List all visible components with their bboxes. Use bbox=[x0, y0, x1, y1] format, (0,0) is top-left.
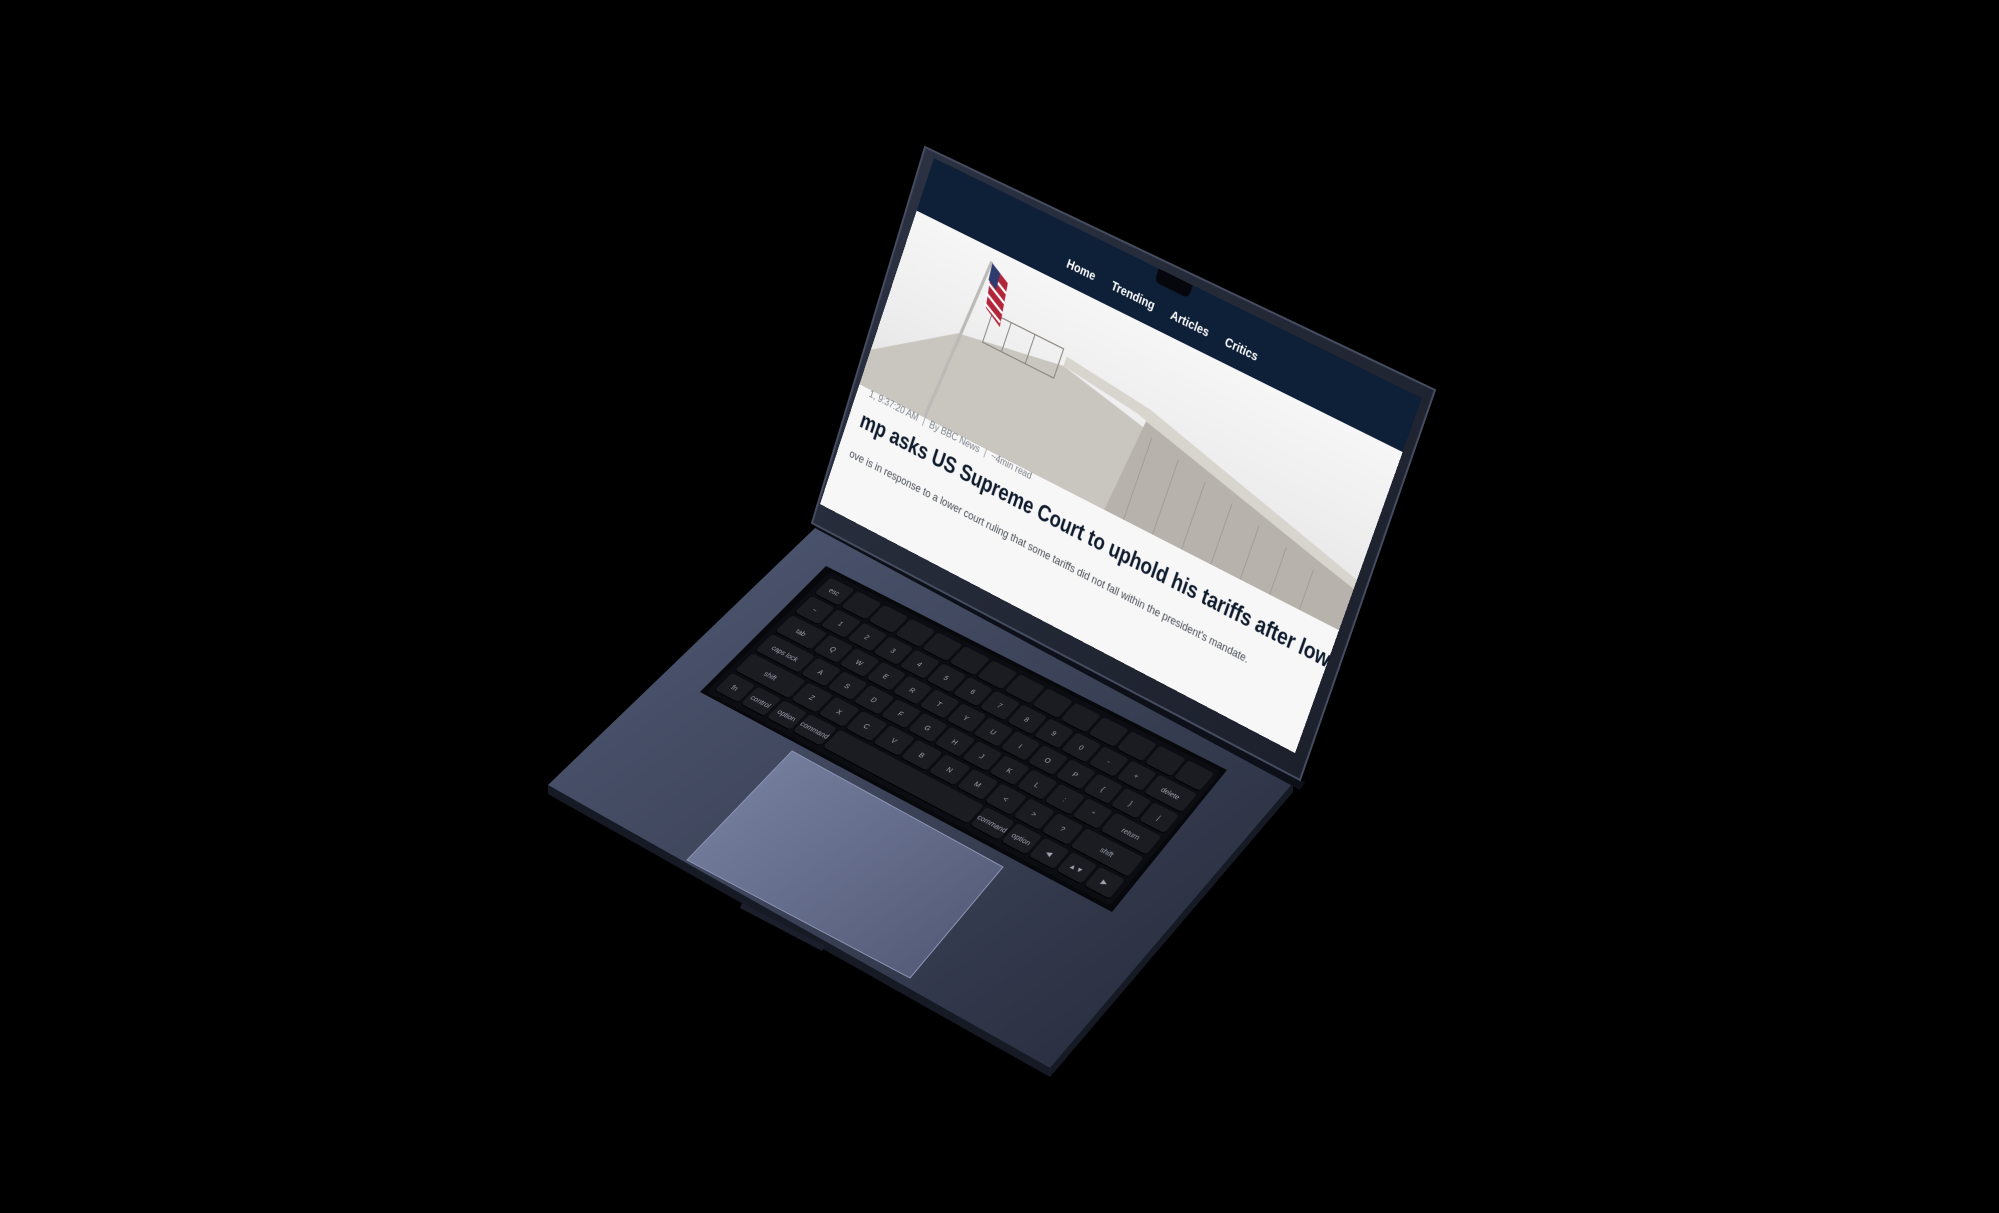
laptop-scene bbox=[0, 0, 1999, 1213]
nav-trending[interactable]: Trending bbox=[1109, 278, 1157, 313]
nav-critics[interactable]: Critics bbox=[1223, 335, 1260, 365]
nav-home[interactable]: Home bbox=[1065, 256, 1098, 284]
us-flag-icon bbox=[975, 263, 1017, 327]
nav-articles[interactable]: Articles bbox=[1168, 308, 1211, 341]
